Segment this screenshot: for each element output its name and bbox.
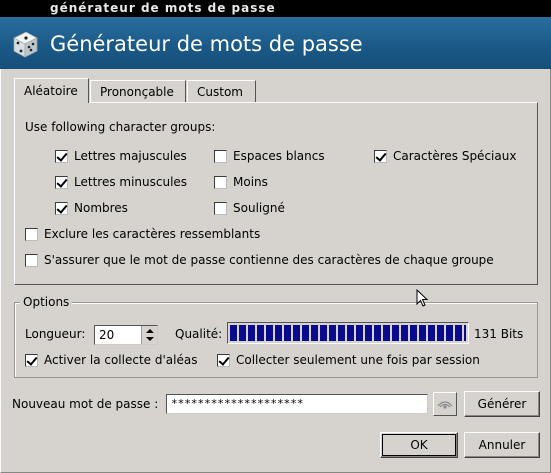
- cancel-button[interactable]: Annuler: [464, 432, 540, 458]
- special-checkbox-box[interactable]: [374, 149, 387, 163]
- minus-checkbox[interactable]: Moins: [214, 175, 268, 189]
- tab-pronounceable-label: Prononçable: [100, 85, 174, 99]
- entropy-checkbox[interactable]: Activer la collecte d'aléas: [25, 353, 197, 367]
- new-password-field[interactable]: ********************: [166, 394, 428, 414]
- quality-progress-bar: [227, 322, 469, 344]
- once-per-session-checkbox[interactable]: Collecter seulement une fois par session: [217, 353, 480, 367]
- special-label: Caractères Spéciaux: [393, 149, 517, 163]
- lowercase-checkbox-box[interactable]: [55, 175, 68, 189]
- exclude-similar-checkbox-box[interactable]: [25, 227, 38, 241]
- spaces-checkbox-box[interactable]: [214, 149, 227, 163]
- generate-button[interactable]: Générer: [464, 391, 540, 417]
- numbers-checkbox-box[interactable]: [55, 201, 68, 215]
- tab-custom-label: Custom: [197, 85, 243, 99]
- exclude-similar-label: Exclure les caractères ressemblants: [44, 227, 261, 241]
- character-groups-label: Use following character groups:: [25, 120, 216, 134]
- numbers-checkbox[interactable]: Nombres: [55, 201, 128, 215]
- exclude-similar-checkbox[interactable]: Exclure les caractères ressemblants: [25, 227, 260, 241]
- uppercase-checkbox-box[interactable]: [55, 149, 68, 163]
- ok-button[interactable]: OK: [380, 432, 458, 458]
- cancel-button-label: Annuler: [478, 438, 526, 452]
- length-spinbox[interactable]: 20: [94, 325, 158, 345]
- length-label: Longueur:: [25, 327, 86, 341]
- uppercase-label: Lettres majuscules: [74, 149, 187, 163]
- spaces-checkbox[interactable]: Espaces blancs: [214, 149, 325, 163]
- options-group-title: Options: [20, 295, 73, 309]
- eye-icon: [437, 401, 453, 409]
- entropy-checkbox-box[interactable]: [25, 353, 38, 367]
- underscore-label: Souligné: [233, 201, 285, 215]
- tab-pronounceable[interactable]: Prononçable: [90, 80, 186, 102]
- lowercase-label: Lettres minuscules: [74, 175, 188, 189]
- spin-down-icon[interactable]: [146, 337, 154, 341]
- tab-random[interactable]: Aléatoire: [14, 78, 89, 103]
- once-per-session-label: Collecter seulement une fois par session: [236, 353, 480, 367]
- uppercase-checkbox[interactable]: Lettres majuscules: [55, 149, 187, 163]
- dice-icon: [13, 31, 38, 58]
- each-group-checkbox-box[interactable]: [25, 253, 38, 267]
- generate-button-label: Générer: [477, 397, 527, 411]
- tab-custom[interactable]: Custom: [187, 80, 256, 102]
- quality-label: Qualité:: [175, 327, 223, 341]
- dialog-header: Générateur de mots de passe: [0, 17, 551, 69]
- ok-button-label: OK: [410, 438, 428, 452]
- tab-random-label: Aléatoire: [24, 84, 78, 98]
- each-group-label: S'assurer que le mot de passe contienne …: [44, 253, 494, 267]
- special-checkbox[interactable]: Caractères Spéciaux: [374, 149, 516, 163]
- numbers-label: Nombres: [74, 201, 128, 215]
- reveal-password-button[interactable]: [433, 392, 457, 416]
- window-titlebar[interactable]: générateur de mots de passe: [0, 0, 551, 17]
- lowercase-checkbox[interactable]: Lettres minuscules: [55, 175, 187, 189]
- minus-checkbox-box[interactable]: [214, 175, 227, 189]
- underscore-checkbox[interactable]: Souligné: [214, 201, 285, 215]
- length-spin-arrows[interactable]: [141, 326, 157, 344]
- each-group-checkbox[interactable]: S'assurer que le mot de passe contienne …: [25, 253, 494, 267]
- quality-bits: 131 Bits: [474, 327, 524, 341]
- quality-progress-fill: [230, 325, 466, 341]
- entropy-label: Activer la collecte d'aléas: [44, 353, 198, 367]
- underscore-checkbox-box[interactable]: [214, 201, 227, 215]
- once-per-session-checkbox-box[interactable]: [217, 353, 230, 367]
- spaces-label: Espaces blancs: [233, 149, 325, 163]
- dialog-title: Générateur de mots de passe: [50, 32, 363, 56]
- length-value: 20: [99, 328, 115, 342]
- window-title: générateur de mots de passe: [50, 1, 276, 15]
- spin-up-icon[interactable]: [146, 329, 154, 333]
- mouse-pointer-icon: [416, 289, 429, 307]
- new-password-label: Nouveau mot de passe :: [12, 397, 159, 411]
- minus-label: Moins: [233, 175, 268, 189]
